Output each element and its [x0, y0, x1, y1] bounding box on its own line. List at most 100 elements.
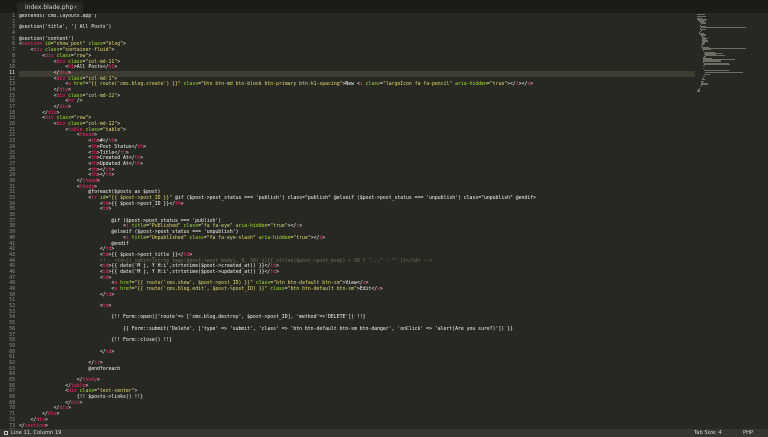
code-token: <	[19, 167, 92, 173]
code-token: <	[19, 389, 69, 395]
code-token: <	[19, 184, 80, 190]
code-token: >	[276, 264, 279, 270]
code-token: <	[19, 281, 115, 287]
panel-toggle-icon[interactable]	[4, 430, 8, 435]
code-token: </	[19, 105, 60, 110]
code-token: "{{ route('cms.blog.create') }}"	[88, 82, 181, 88]
code-token: >	[88, 116, 92, 122]
code-token: <	[19, 252, 103, 258]
code-token: "btn btn-md btn-block btn-primary btn-h1…	[200, 82, 343, 88]
code-token: >	[97, 378, 100, 383]
code-token: class	[82, 127, 100, 133]
code-token: >	[68, 70, 71, 76]
tab-bar: index.blade.php ×	[0, 0, 768, 13]
cursor-position-status: Line 11, Column 19	[4, 429, 61, 437]
code-token: div	[45, 53, 54, 59]
code-token: class	[252, 281, 271, 287]
code-token: <	[19, 127, 69, 133]
code-token: >	[530, 82, 534, 88]
code-token: "blog"	[105, 42, 123, 48]
code-line[interactable]: </section>	[19, 424, 695, 429]
code-token: >	[123, 42, 126, 48]
code-token: div	[68, 389, 77, 395]
syntax-mode[interactable]: PHP	[743, 429, 753, 437]
line-number-gutter: 1 2 3 4 5 6 7 8 9 10 11 12 13 14 15 16 17 18 19 20 21 22 23 24 2…	[0, 14, 17, 434]
code-token: >Title</	[96, 150, 121, 156]
file-tab[interactable]: index.blade.php ×	[17, 2, 83, 13]
code-token: <	[19, 53, 45, 59]
code-token: >Created At</	[96, 156, 135, 162]
close-icon[interactable]: ×	[73, 2, 78, 13]
code-token: "text-center"	[97, 389, 135, 395]
code-token: {!! Form::open(['route'=> ['cms.blog.des…	[19, 315, 366, 321]
code-token: >Edit</	[356, 287, 378, 292]
code-token: div	[70, 400, 80, 406]
code-token: {!! $posts->links() !!}	[19, 395, 144, 401]
code-token: >	[114, 139, 118, 145]
code-token: "container-fluid"	[62, 48, 112, 54]
code-token: >	[68, 105, 71, 110]
code-token: >	[140, 161, 144, 167]
minimap-line	[697, 16, 706, 18]
code-token: >	[111, 247, 115, 253]
code-token: >{{ date('M j, Y H:i',strtotime($post->c…	[108, 264, 271, 270]
code-token: @extends('cms.layouts.app')	[19, 14, 97, 19]
code-token: "col-md-1"	[85, 76, 115, 82]
code-token: div	[45, 116, 54, 122]
code-token: href	[117, 281, 132, 287]
minimap-line	[702, 79, 706, 81]
code-token: <	[19, 65, 69, 71]
code-token: >	[114, 65, 118, 71]
code-token: ></	[507, 82, 516, 88]
code-token: "Unpublished"	[148, 235, 187, 241]
code-token: >#</	[96, 139, 109, 145]
code-token: <	[19, 139, 92, 145]
code-token: <	[19, 76, 57, 82]
code-token: >	[117, 59, 121, 65]
code-token: @elseif ($post->post_status === 'unpubli…	[19, 230, 239, 236]
code-token: class	[180, 82, 199, 88]
code-token: <	[19, 144, 92, 150]
status-bar: Line 11, Column 19 Tab Size: 4 PHP	[0, 429, 768, 437]
code-token: >	[276, 269, 279, 275]
code-token: div	[56, 93, 66, 99]
code-token: <	[19, 82, 69, 88]
code-token: "{{ route('cms.blog.edit', $post->post_I…	[134, 287, 268, 292]
code-token: @if ($post->post_status === 'publish')	[19, 218, 222, 224]
code-token: "Published"	[148, 224, 181, 230]
code-token: <	[19, 150, 92, 156]
code-token: ></	[287, 224, 297, 230]
code-token: >{{ $post->post_ID }}</	[108, 201, 175, 207]
code-token: id	[42, 42, 51, 48]
minimap-line	[704, 64, 731, 66]
code-editor[interactable]: @extends('cms.layouts.app') @section('tit…	[19, 14, 695, 428]
code-token: >	[108, 304, 112, 310]
minimap-line	[704, 73, 710, 75]
code-token: >	[85, 383, 89, 389]
code-token: "true"	[489, 82, 508, 88]
code-token: <	[19, 201, 103, 207]
code-token: "btn btn-default btn-sm"	[287, 287, 357, 292]
code-token: >	[111, 349, 115, 355]
code-token: >	[380, 287, 383, 292]
minimap-line	[704, 69, 729, 71]
code-token: >	[108, 207, 112, 213]
code-token: >	[88, 53, 92, 59]
code-token: class	[65, 59, 83, 65]
code-token: title	[128, 235, 147, 241]
minimap[interactable]	[697, 14, 768, 428]
code-token: class	[85, 42, 103, 48]
code-token: >	[108, 275, 112, 281]
code-token: <	[19, 304, 103, 310]
code-token: </	[19, 247, 106, 253]
code-token: >	[68, 87, 71, 93]
code-token: >	[111, 48, 115, 54]
code-token: div	[59, 87, 69, 93]
code-token: <!-- <td>{{ substr(strip_tags($post->pos…	[99, 258, 432, 264]
tab-size[interactable]: Tab Size: 4	[694, 429, 722, 437]
code-token: <	[19, 59, 57, 65]
code-token: @endforeach	[19, 366, 121, 372]
minimap-line	[700, 26, 746, 28]
code-token: @endif	[19, 241, 129, 247]
minimap-line	[697, 90, 701, 92]
